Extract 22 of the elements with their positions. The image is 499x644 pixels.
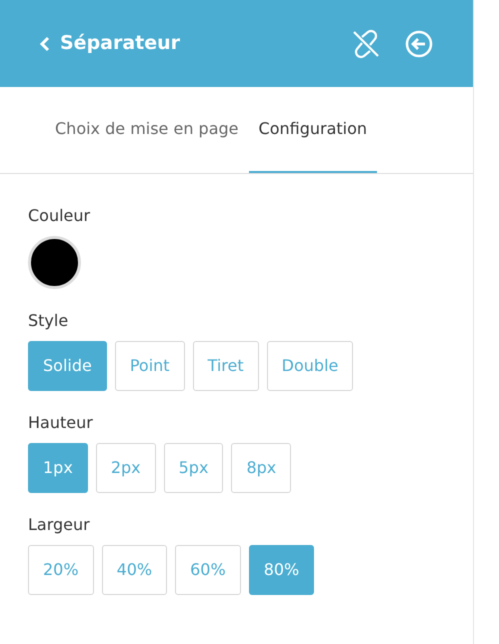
option-button[interactable]: Point (114, 341, 185, 391)
unlink-button[interactable] (351, 28, 381, 58)
exit-button[interactable] (405, 30, 433, 58)
option-button[interactable]: 20% (28, 545, 94, 595)
section-label: Style (28, 310, 70, 332)
section-label: Largeur (28, 514, 91, 536)
option-button[interactable]: 40% (102, 545, 168, 595)
option-button[interactable]: 5px (164, 443, 224, 493)
option-button[interactable]: 80% (248, 545, 314, 595)
option-button[interactable]: 1px (28, 443, 88, 493)
option-button[interactable]: Solide (28, 341, 107, 391)
section-label: Hauteur (28, 412, 94, 434)
tab[interactable]: Configuration (248, 87, 378, 173)
option-button[interactable]: Tiret (192, 341, 259, 391)
section-label: Couleur (28, 205, 92, 227)
back-button[interactable]: Séparateur (40, 29, 180, 58)
option-button[interactable]: 60% (175, 545, 241, 595)
tab[interactable]: Choix de mise en page (45, 87, 249, 173)
option-button[interactable]: 8px (231, 443, 292, 493)
option-button[interactable]: Double (266, 341, 354, 391)
chevron-left-icon (40, 36, 50, 52)
option-button[interactable]: 2px (96, 443, 156, 493)
